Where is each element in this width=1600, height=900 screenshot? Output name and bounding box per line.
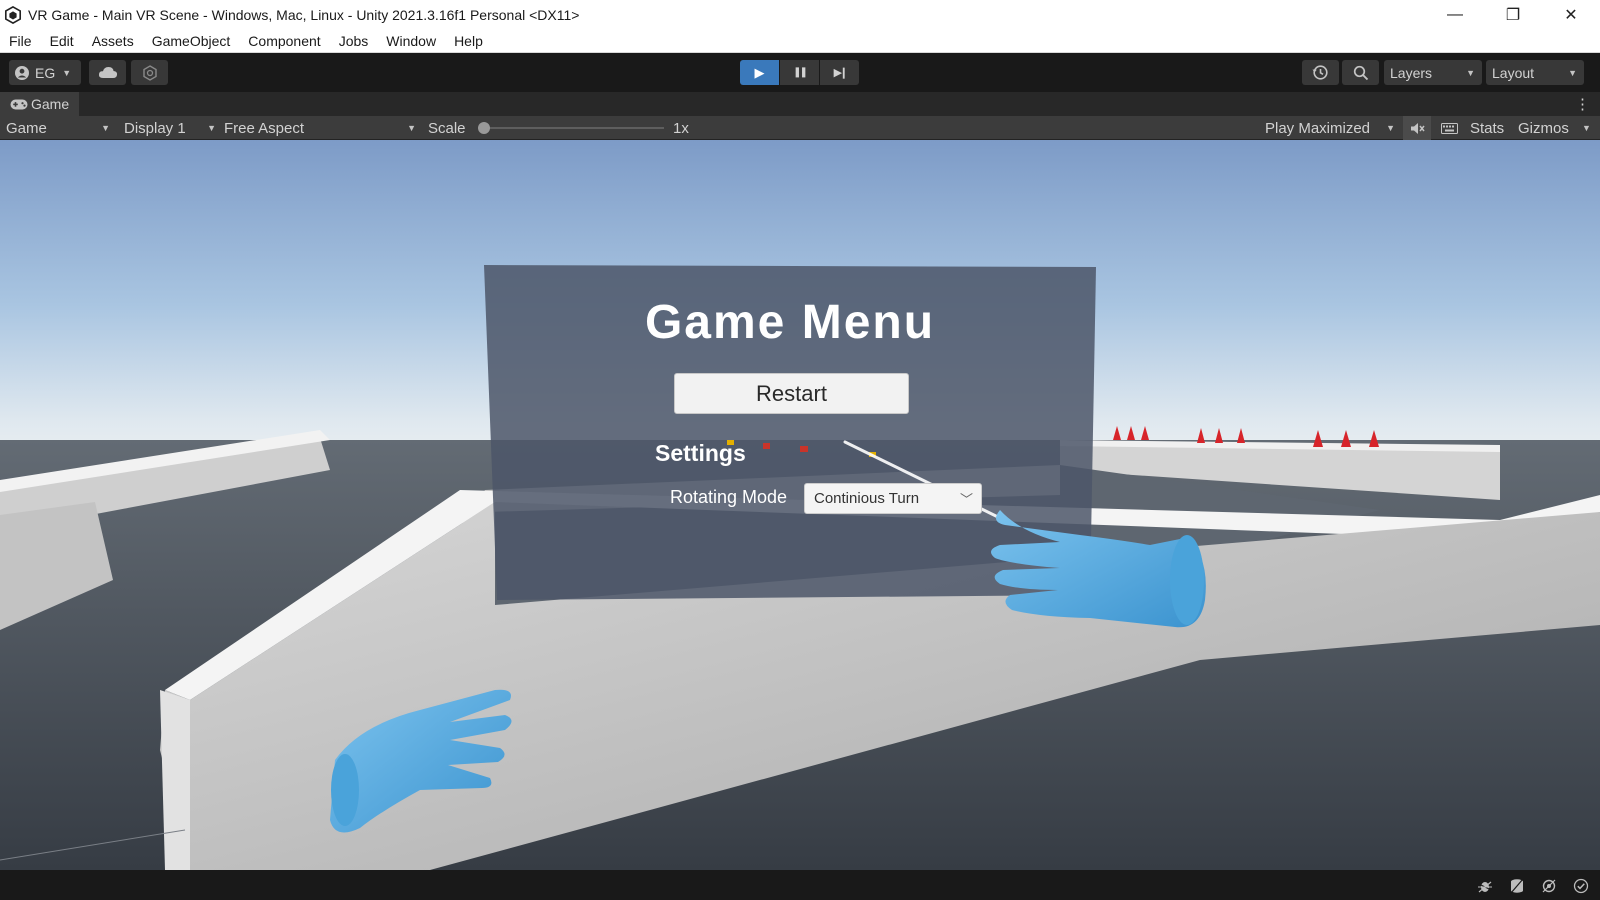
mute-audio-button[interactable]	[1403, 116, 1431, 140]
settings-heading: Settings	[655, 440, 746, 466]
chevron-down-icon: ﹀	[959, 492, 973, 507]
step-button[interactable]: ▶❙	[820, 60, 859, 85]
menu-assets[interactable]: Assets	[83, 33, 143, 49]
pause-button[interactable]: ❚❚	[780, 60, 819, 85]
keyboard-shortcuts-button[interactable]	[1435, 116, 1463, 140]
game-menu-title: Game Menu	[644, 296, 936, 349]
layers-dropdown[interactable]: Layers ▼	[1384, 60, 1482, 85]
view-mode-label: Game	[6, 119, 47, 137]
chevron-down-icon: ▼	[1466, 67, 1475, 78]
layout-dropdown[interactable]: Layout ▼	[1486, 60, 1584, 85]
chevron-down-icon: ▼	[101, 123, 110, 133]
main-toolbar: EG ▼ ▶ ❚❚ ▶❙ Layers ▼ Layout ▼	[0, 53, 1600, 92]
game-view-controls: Game ▼ Display 1 ▼ Free Aspect ▼ Scale 1…	[0, 116, 1600, 140]
cloud-button[interactable]	[89, 60, 126, 85]
tab-game[interactable]: Game	[0, 92, 80, 116]
collab-button[interactable]	[131, 60, 168, 85]
game-tab-bar: Game ⋮	[0, 92, 1600, 116]
layout-label: Layout	[1492, 64, 1535, 81]
history-icon	[1312, 65, 1328, 80]
unity-logo-icon	[4, 5, 22, 24]
status-bar	[0, 870, 1600, 900]
rotating-mode-dropdown[interactable]: Continious Turn ﹀	[804, 483, 982, 514]
play-button[interactable]: ▶	[740, 60, 779, 85]
chevron-down-icon: ▼	[1568, 67, 1577, 78]
menu-file[interactable]: File	[0, 33, 41, 49]
game-menu-panel: Game Menu Restart Settings Rotating Mode…	[484, 265, 1096, 611]
chevron-down-icon: ▼	[407, 123, 416, 133]
menu-jobs[interactable]: Jobs	[330, 33, 378, 49]
close-button[interactable]: ✕	[1542, 0, 1600, 29]
scale-slider[interactable]	[478, 116, 668, 140]
view-mode-dropdown[interactable]: Game ▼	[6, 116, 110, 140]
window-title: VR Game - Main VR Scene - Windows, Mac, …	[28, 6, 580, 23]
scale-value: 1x	[673, 119, 689, 137]
menu-window[interactable]: Window	[377, 33, 445, 49]
restore-button[interactable]: ❐	[1484, 0, 1542, 29]
gizmos-dropdown[interactable]: ▼	[1582, 116, 1591, 140]
minimize-button[interactable]: —	[1426, 0, 1484, 29]
menu-help[interactable]: Help	[445, 33, 492, 49]
menu-edit[interactable]: Edit	[41, 33, 83, 49]
restart-button[interactable]: Restart	[674, 373, 909, 414]
near-wall-left-edge	[160, 690, 190, 870]
layers-label: Layers	[1390, 64, 1433, 81]
more-options-icon[interactable]: ⋮	[1575, 95, 1590, 113]
menu-bar: File Edit Assets GameObject Component Jo…	[0, 29, 1600, 53]
checkmark-circle-icon[interactable]	[1572, 877, 1590, 895]
chevron-down-icon: ▼	[62, 67, 72, 78]
speaker-muted-icon	[1410, 122, 1425, 134]
play-mode-dropdown[interactable]: Play Maximized ▼	[1265, 116, 1395, 140]
play-mode-label: Play Maximized	[1265, 119, 1371, 137]
scale-slider-track	[486, 127, 664, 129]
keyboard-icon	[1440, 122, 1458, 134]
rotating-mode-value: Continious Turn	[814, 490, 920, 507]
display-label: Display 1	[124, 119, 186, 137]
search-button[interactable]	[1342, 60, 1379, 85]
chevron-down-icon: ▼	[1582, 123, 1591, 133]
account-label: EG	[35, 64, 56, 81]
gizmos-button[interactable]: Gizmos	[1518, 116, 1569, 140]
auto-generate-lighting-icon[interactable]	[1540, 877, 1558, 895]
chevron-down-icon: ▼	[1386, 123, 1395, 133]
account-dropdown[interactable]: EG ▼	[9, 60, 81, 85]
game-viewport[interactable]: Game Menu Restart Settings Rotating Mode…	[0, 140, 1600, 870]
gamepad-icon	[10, 99, 28, 109]
stats-button[interactable]: Stats	[1470, 116, 1504, 140]
display-dropdown[interactable]: Display 1 ▼	[124, 116, 216, 140]
cache-server-icon[interactable]	[1508, 877, 1526, 895]
account-icon	[15, 65, 29, 80]
rotating-mode-label: Rotating Mode	[670, 487, 788, 507]
aspect-label: Free Aspect	[224, 119, 305, 137]
search-icon	[1353, 65, 1368, 80]
menu-component[interactable]: Component	[239, 33, 329, 49]
menu-gameobject[interactable]: GameObject	[143, 33, 240, 49]
chevron-down-icon: ▼	[207, 123, 216, 133]
tab-game-label: Game	[31, 96, 70, 112]
collab-icon	[142, 64, 157, 81]
scale-label: Scale	[428, 119, 466, 137]
aspect-dropdown[interactable]: Free Aspect ▼	[224, 116, 416, 140]
bug-icon[interactable]	[1476, 877, 1494, 895]
scale-slider-handle[interactable]	[478, 122, 490, 134]
history-button[interactable]	[1302, 60, 1339, 85]
cloud-icon	[98, 67, 117, 78]
window-title-bar: VR Game - Main VR Scene - Windows, Mac, …	[0, 0, 1600, 29]
